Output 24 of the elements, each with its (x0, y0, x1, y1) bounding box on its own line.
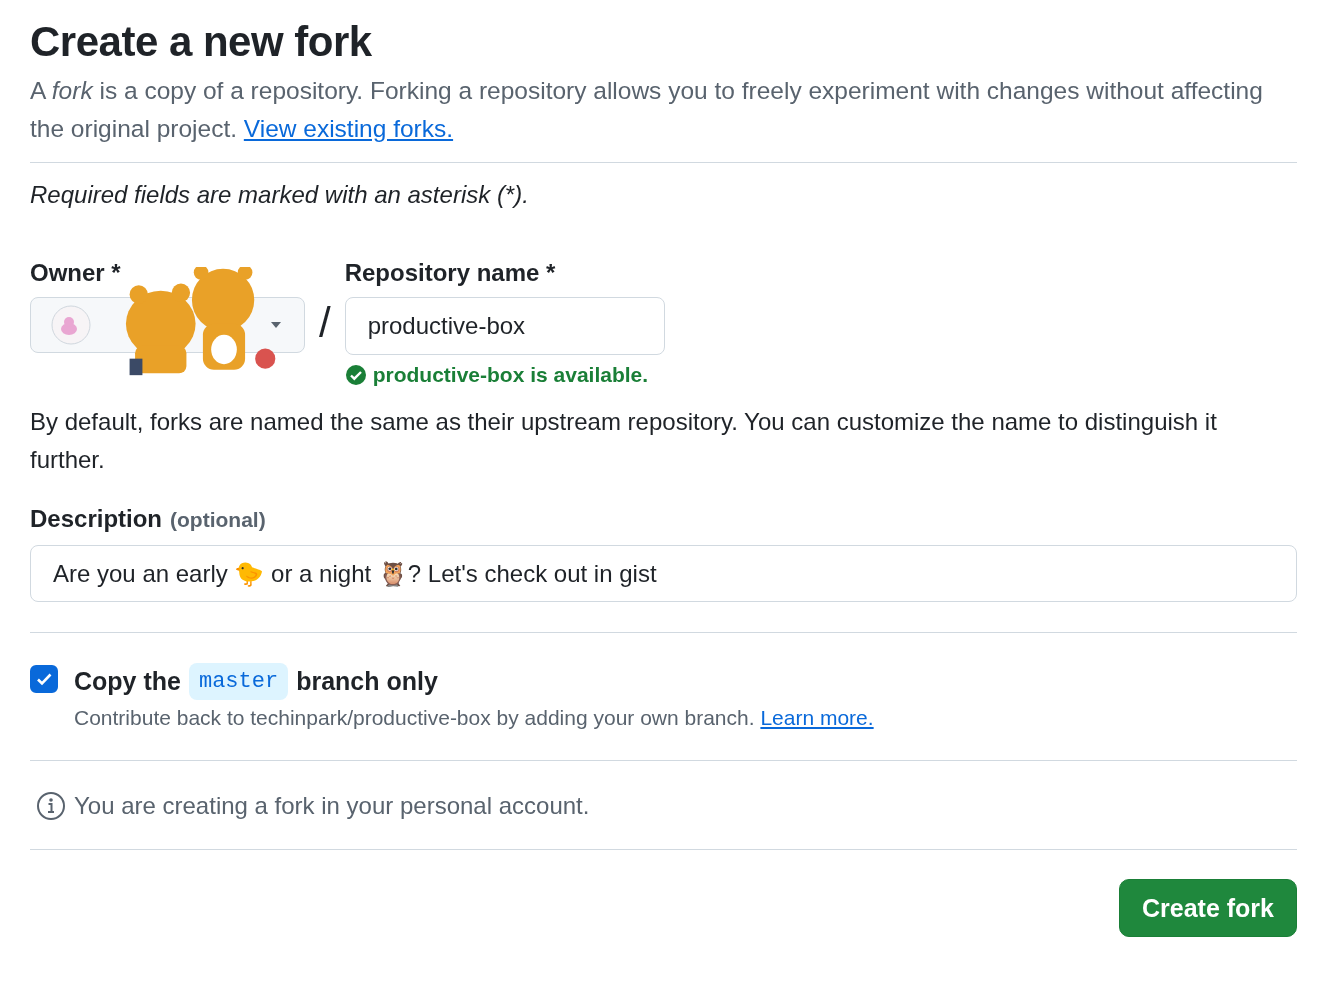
intro-text: A fork is a copy of a repository. Forking a repository allows you to freely experiment with changes without affecting the original project. View existing forks. (30, 76, 1264, 144)
copy-label: Copy the (74, 667, 181, 696)
default-name-note: By default, forks are named the same as their upstream repository. You can customize the name to distinguish it further. (30, 407, 1218, 475)
branch-name-tag: master (188, 663, 289, 700)
create-fork-button[interactable]: Create fork (1119, 879, 1297, 937)
caret-icon (270, 321, 282, 329)
learn-more-link[interactable]: Learn more. (760, 706, 874, 729)
copy-label-end: branch only (296, 667, 438, 696)
repository-name-field[interactable]: productive-box (344, 297, 665, 355)
copy-branch-help: Contribute back to techinpark/productive-box by adding your own branch. Learn more. (74, 706, 874, 730)
copy-branch-checkbox[interactable] (30, 665, 58, 693)
page-title: Create a new fork (30, 18, 373, 66)
slash-separator: / (319, 299, 331, 347)
owner-label: Owner * (30, 259, 122, 287)
description-label: Description (30, 505, 163, 533)
repository-name-label: Repository name * (344, 259, 557, 287)
required-note: Required fields are marked with an asterisk (*). (30, 181, 530, 209)
account-notice: You are creating a fork in your personal account. (74, 792, 590, 820)
avatar-icon (51, 305, 91, 345)
optional-hint: (optional) (170, 508, 266, 532)
availability-message: productive-box is available. (372, 363, 649, 387)
view-forks-link[interactable]: View existing forks. (243, 115, 454, 142)
info-icon (36, 791, 66, 821)
description-field[interactable]: Are you an early 🐤 or a night 🦉? Let's check out in gist (30, 545, 1297, 602)
